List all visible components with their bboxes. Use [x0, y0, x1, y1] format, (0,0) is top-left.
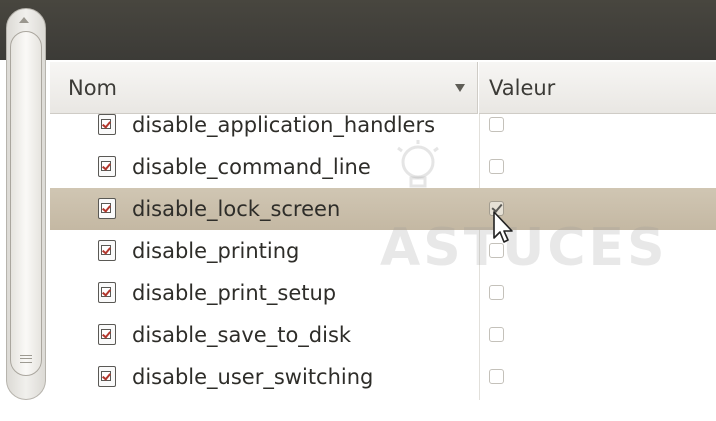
row-key-name: disable_user_switching	[132, 365, 374, 389]
key-value-icon	[98, 324, 116, 345]
row-key-name: disable_printing	[132, 239, 300, 263]
scrollbar-thumb[interactable]	[10, 31, 42, 376]
column-header-name-label: Nom	[68, 75, 118, 100]
table-row[interactable]: disable_user_switching	[50, 356, 716, 398]
key-value-icon	[98, 114, 116, 135]
value-checkbox[interactable]	[489, 117, 504, 132]
value-checkbox[interactable]	[489, 201, 504, 216]
row-key-name: disable_save_to_disk	[132, 323, 352, 347]
column-header-value-label: Valeur	[489, 75, 556, 100]
value-checkbox[interactable]	[489, 243, 504, 258]
table-row[interactable]: disable_lock_screen	[50, 188, 716, 230]
window-titlebar	[0, 0, 716, 60]
table-row[interactable]: disable_save_to_disk	[50, 314, 716, 356]
table-row[interactable]: disable_print_setup	[50, 272, 716, 314]
key-value-icon	[98, 240, 116, 261]
keys-list: disable_application_handlers disable_com…	[50, 104, 716, 398]
value-checkbox[interactable]	[489, 285, 504, 300]
grip-icon	[20, 355, 32, 363]
value-checkbox[interactable]	[489, 327, 504, 342]
row-key-name: disable_application_handlers	[132, 113, 436, 137]
value-checkbox[interactable]	[489, 369, 504, 384]
scroll-up-arrow-icon[interactable]	[19, 17, 29, 23]
key-value-icon	[98, 198, 116, 219]
row-key-name: disable_print_setup	[132, 281, 337, 305]
sort-descending-icon[interactable]	[455, 84, 465, 92]
row-key-name: disable_command_line	[132, 155, 371, 179]
table-row[interactable]: disable_printing	[50, 230, 716, 272]
row-key-name: disable_lock_screen	[132, 197, 341, 221]
table-row[interactable]: disable_command_line	[50, 146, 716, 188]
table-row[interactable]: disable_application_handlers	[50, 104, 716, 146]
value-checkbox[interactable]	[489, 159, 504, 174]
key-value-icon	[98, 282, 116, 303]
vertical-scrollbar[interactable]	[6, 8, 46, 400]
key-value-icon	[98, 156, 116, 177]
key-value-icon	[98, 366, 116, 387]
